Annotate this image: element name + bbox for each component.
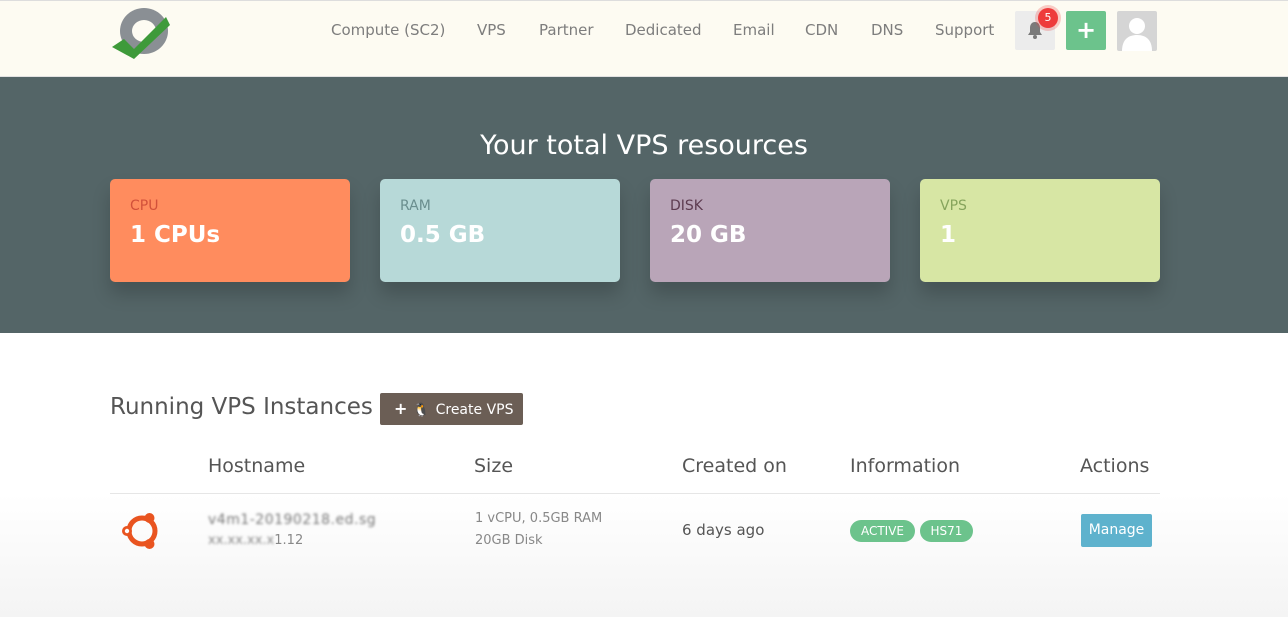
- plus-icon: +: [394, 399, 408, 418]
- ip-address-text: xx.xx.xx.x1.12: [208, 533, 303, 548]
- created-on-text: 6 days ago: [682, 521, 765, 539]
- ubuntu-icon: [122, 513, 158, 549]
- top-navbar: Compute (SC2) VPS Partner Dedicated Emai…: [0, 0, 1288, 77]
- logo-icon[interactable]: [108, 5, 174, 61]
- table-divider: [110, 493, 1160, 494]
- ip-suffix: 1.12: [274, 533, 304, 548]
- nav-dedicated[interactable]: Dedicated: [625, 21, 702, 39]
- nav-support[interactable]: Support: [935, 21, 994, 39]
- size-disk: 20GB Disk: [475, 533, 543, 548]
- nav-cdn[interactable]: CDN: [805, 21, 838, 39]
- plus-icon: +: [1075, 16, 1097, 44]
- add-button[interactable]: +: [1066, 11, 1106, 50]
- resources-hero: Your total VPS resources CPU 1 CPUs RAM …: [0, 77, 1288, 333]
- vps-card: VPS 1: [920, 179, 1160, 282]
- nav-email[interactable]: Email: [733, 21, 775, 39]
- manage-button[interactable]: Manage: [1081, 514, 1152, 547]
- ip-prefix: xx.xx.xx.x: [208, 533, 275, 548]
- hero-title: Your total VPS resources: [480, 130, 808, 161]
- card-value: 0.5 GB: [400, 222, 486, 248]
- card-label: CPU: [130, 198, 159, 214]
- column-header-hostname[interactable]: Hostname: [208, 455, 305, 477]
- table-row-background: [0, 494, 1288, 617]
- nav-partner[interactable]: Partner: [539, 21, 594, 39]
- create-vps-label: Create VPS: [435, 402, 514, 418]
- column-header-information[interactable]: Information: [850, 455, 960, 477]
- card-label: VPS: [940, 198, 967, 214]
- cpu-card: CPU 1 CPUs: [110, 179, 350, 282]
- hostname-text[interactable]: v4m1-20190218.ed.sg: [208, 512, 376, 528]
- size-cpu-ram: 1 vCPU, 0.5GB RAM: [475, 511, 603, 526]
- column-header-created[interactable]: Created on: [682, 455, 787, 477]
- disk-card: DISK 20 GB: [650, 179, 890, 282]
- create-vps-button[interactable]: + 🐧 Create VPS: [380, 393, 523, 425]
- column-header-size[interactable]: Size: [474, 455, 513, 477]
- card-value: 1: [940, 222, 957, 248]
- section-title: Running VPS Instances: [110, 394, 373, 420]
- nav-compute[interactable]: Compute (SC2): [331, 21, 445, 39]
- notification-count-badge: 5: [1038, 8, 1058, 28]
- card-value: 20 GB: [670, 222, 747, 248]
- nav-vps[interactable]: VPS: [477, 21, 506, 39]
- nav-dns[interactable]: DNS: [871, 21, 903, 39]
- user-avatar-icon[interactable]: [1117, 11, 1157, 51]
- ram-card: RAM 0.5 GB: [380, 179, 620, 282]
- status-badge: ACTIVE: [850, 520, 915, 542]
- card-value: 1 CPUs: [130, 222, 221, 248]
- card-label: RAM: [400, 198, 431, 214]
- card-label: DISK: [670, 198, 703, 214]
- linux-icon: 🐧: [413, 403, 430, 418]
- location-badge: HS71: [920, 520, 973, 542]
- column-header-actions: Actions: [1080, 455, 1150, 477]
